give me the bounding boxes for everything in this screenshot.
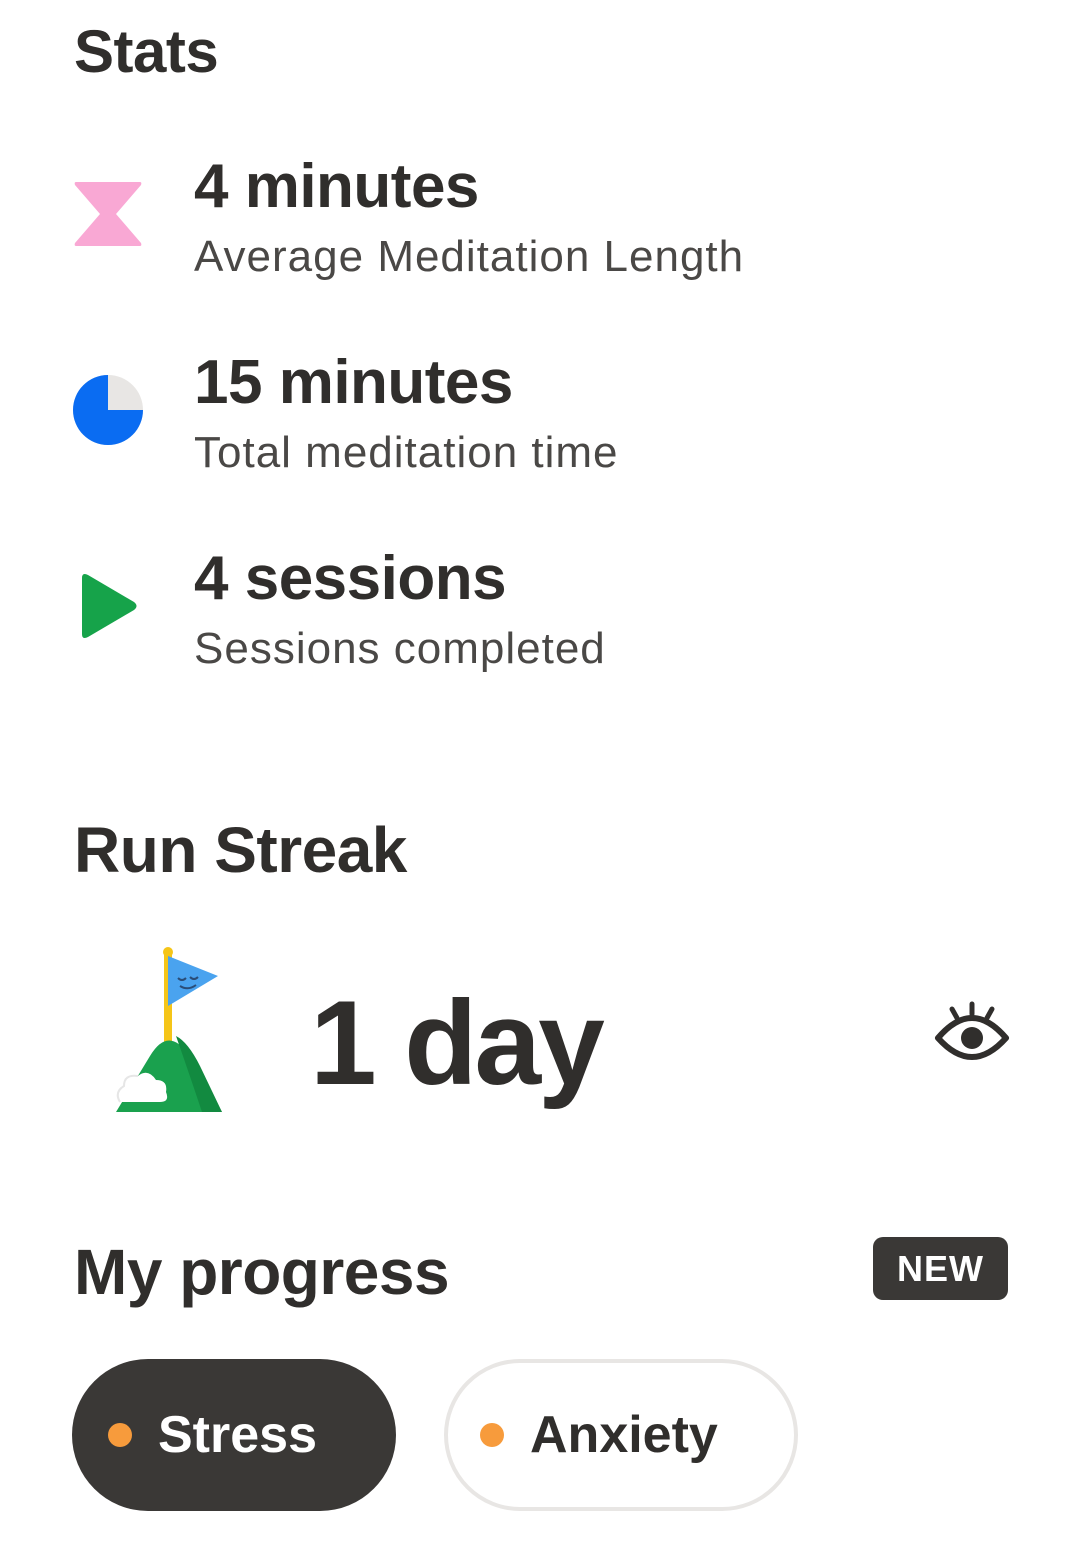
stat-value: 4 minutes (194, 152, 479, 221)
chip-label: Stress (158, 1406, 317, 1464)
my-progress-title: My progress (74, 1236, 450, 1308)
stat-value: 4 sessions (194, 544, 507, 613)
play-icon (82, 574, 137, 638)
stat-value: 15 minutes (194, 348, 513, 417)
stat-row-sessions: 4 sessions Sessions completed (0, 542, 1080, 692)
chip-label: Anxiety (530, 1406, 718, 1464)
pie-clock-icon (73, 375, 143, 445)
run-streak-title: Run Streak (74, 814, 407, 886)
chip-stress[interactable]: Stress (72, 1359, 396, 1511)
streak-value: 1 day (310, 976, 605, 1110)
dot-icon (108, 1423, 132, 1447)
new-badge: NEW (873, 1237, 1008, 1300)
stat-row-total-time: 15 minutes Total meditation time (0, 346, 1080, 496)
stats-title: Stats (74, 18, 219, 85)
stat-label: Sessions completed (194, 624, 606, 673)
chip-anxiety[interactable]: Anxiety (444, 1359, 798, 1511)
flag-hill-icon (116, 947, 222, 1112)
stat-label: Total meditation time (194, 428, 619, 477)
stat-label: Average Meditation Length (194, 232, 745, 281)
stat-row-average-length: 4 minutes Average Meditation Length (0, 150, 1080, 300)
dot-icon (480, 1423, 504, 1447)
hourglass-icon (74, 182, 142, 246)
eye-icon[interactable] (932, 1000, 1012, 1070)
